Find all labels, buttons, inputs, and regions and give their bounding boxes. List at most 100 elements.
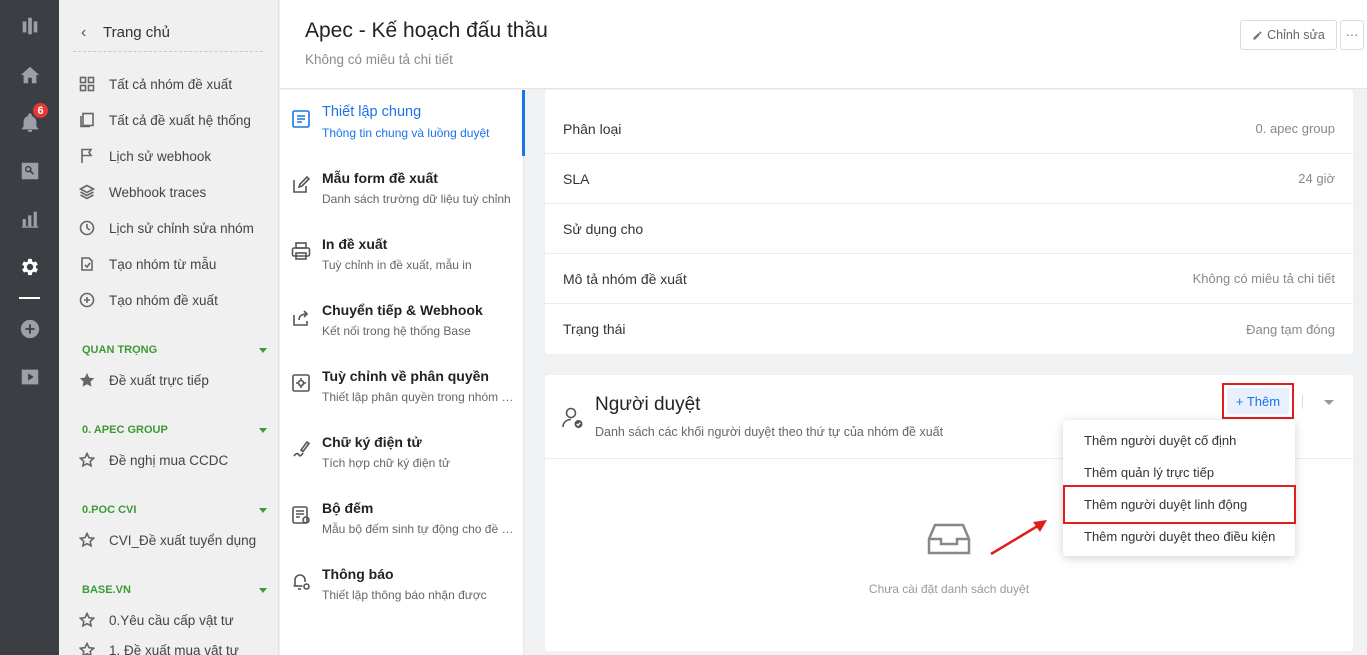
menu-item-permissions[interactable]: Tuỳ chỉnh về phân quyền Thiết lập phân q… [280, 354, 524, 420]
signature-pen-icon [290, 438, 312, 460]
sidebar-item-label: Lịch sử chỉnh sửa nhóm [109, 220, 254, 236]
menu-item-title: Chuyển tiếp & Webhook [322, 302, 483, 318]
caret-down-icon [259, 347, 267, 353]
settings-menu: Thiết lập chung Thông tin chung và luồng… [280, 90, 525, 655]
menu-item-desc: Thông tin chung và luồng duyệt [322, 126, 490, 140]
sidebar-item-label: Tạo nhóm đề xuất [109, 292, 218, 308]
sidebar-item-edit-history[interactable]: Lịch sử chỉnh sửa nhóm [59, 210, 278, 246]
sidebar-item-direct-request[interactable]: Đề xuất trực tiếp [59, 362, 278, 398]
chevron-left-icon[interactable]: ‹ [73, 24, 103, 42]
sidebar-item-create-from-template[interactable]: Tạo nhóm từ mẫu [59, 246, 278, 282]
add-approver-button[interactable]: + Thêm [1222, 383, 1294, 419]
grid-icon [79, 76, 95, 92]
detail-row-status: Trạng thái Đang tạm đóng [563, 321, 1335, 337]
sidebar-item-label: Đề xuất trực tiếp [109, 372, 209, 388]
layers-icon [79, 184, 95, 200]
menu-item-desc: Mẫu bộ đếm sinh tự động cho đề xuất [322, 522, 518, 536]
menu-item-e-signature[interactable]: Chữ ký điện tử Tích hợp chữ ký điện tử [280, 420, 524, 486]
more-options-button[interactable]: ··· [1340, 20, 1364, 50]
menu-item-desc: Tích hợp chữ ký điện tử [322, 456, 450, 470]
menu-item-print[interactable]: In đề xuất Tuỳ chỉnh in đề xuất, mẫu in [280, 222, 524, 288]
sidebar-item-label: 1. Đề xuất mua vật tư [109, 642, 239, 655]
video-play-icon[interactable] [0, 357, 59, 397]
detail-row-category: Phân loại 0. apec group [545, 104, 1353, 154]
chart-icon[interactable] [0, 199, 59, 239]
sidebar-item-label: CVI_Đề xuất tuyển dụng [109, 532, 257, 548]
sidebar-item-webhook-history[interactable]: Lịch sử webhook [59, 138, 278, 174]
star-outline-icon [79, 612, 95, 628]
sidebar-item-label: 0.Yêu cầu cấp vật tư [109, 612, 234, 628]
sidebar-header-title: Trang chủ [103, 24, 170, 41]
flag-icon [81, 148, 93, 163]
caret-down-icon [259, 587, 267, 593]
menu-item-title: Tuỳ chỉnh về phân quyền [322, 368, 489, 384]
menu-item-notifications[interactable]: Thông báo Thiết lập thông báo nhận được [280, 552, 524, 618]
sidebar-header[interactable]: ‹ Trang chủ [73, 14, 263, 52]
detail-row-description: Mô tả nhóm đề xuất Không có miêu tả chi … [545, 254, 1353, 304]
menu-item-title: Thông báo [322, 566, 394, 582]
menu-item-forward-webhook[interactable]: Chuyển tiếp & Webhook Kết nối trong hệ t… [280, 288, 524, 354]
share-forward-icon [290, 306, 312, 328]
menu-item-general-settings[interactable]: Thiết lập chung Thông tin chung và luồng… [280, 90, 525, 156]
sidebar-item-label: Tất cả đề xuất hệ thống [109, 112, 251, 128]
caret-down-icon [259, 427, 267, 433]
menu-item-title: Mẫu form đề xuất [322, 170, 438, 186]
notification-badge: 6 [31, 101, 50, 120]
sidebar-item-webhook-traces[interactable]: Webhook traces [59, 174, 278, 210]
dropdown-item-dynamic-approver[interactable]: Thêm người duyệt linh động [1063, 488, 1295, 520]
bell-settings-icon [290, 570, 312, 592]
edit-button[interactable]: Chỉnh sửa [1240, 20, 1337, 50]
settings-box-icon [290, 372, 312, 394]
empty-state-text: Chưa cài đặt danh sách duyệt [868, 582, 1030, 596]
home-icon[interactable] [0, 55, 59, 95]
sidebar-item-create-group[interactable]: Tạo nhóm đề xuất [59, 282, 278, 318]
sidebar-item-ccdc[interactable]: Đề nghị mua CCDC [59, 442, 278, 478]
menu-item-desc: Thiết lập thông báo nhận được [322, 588, 487, 602]
settings-gear-icon[interactable] [0, 247, 59, 287]
search-icon[interactable] [0, 151, 59, 191]
details-card: Phân loại 0. apec group SLA 24 giờ Sử dụ… [545, 90, 1353, 354]
menu-item-title: Thiết lập chung [322, 104, 422, 120]
empty-inbox-icon [927, 523, 971, 555]
section-header-apec-group[interactable]: 0. APEC GROUP [59, 420, 278, 440]
sidebar-item-label: Lịch sử webhook [109, 148, 212, 164]
star-outline-icon [79, 532, 95, 548]
rail-divider [19, 297, 40, 299]
sidebar-item-purchase-supplies[interactable]: 1. Đề xuất mua vật tư [59, 632, 278, 655]
dropdown-item-direct-manager[interactable]: Thêm quản lý trực tiếp [1063, 456, 1295, 488]
sidebar-item-all-groups[interactable]: Tất cả nhóm đề xuất [59, 66, 278, 102]
icon-rail: 6 [0, 0, 59, 655]
plus-circle-icon [79, 292, 95, 308]
button-separator [1302, 395, 1303, 409]
star-filled-icon [79, 373, 95, 387]
menu-item-title: Chữ ký điện tử [322, 434, 422, 450]
menu-item-desc: Kết nối trong hệ thống Base [322, 324, 471, 338]
add-circle-icon[interactable] [0, 309, 59, 349]
dropdown-item-fixed-approver[interactable]: Thêm người duyệt cố định [1063, 424, 1295, 456]
sidebar-item-all-requests[interactable]: Tất cả đề xuất hệ thống [59, 102, 278, 138]
menu-item-desc: Thiết lập phân quyền trong nhóm đề xuất [322, 390, 518, 404]
sidebar-item-label: Đề nghị mua CCDC [109, 452, 229, 468]
sidebar: ‹ Trang chủ Tất cả nhóm đề xuất Tất cả đ… [59, 0, 279, 655]
menu-item-counter[interactable]: Bộ đếm Mẫu bộ đếm sinh tự động cho đề xu… [280, 486, 524, 552]
section-header-base-vn[interactable]: BASE.VN [59, 580, 278, 600]
pencil-icon [1253, 30, 1262, 40]
page-title: Apec - Kế hoạch đấu thầu [305, 19, 548, 42]
annotation-arrow-icon [990, 520, 1047, 556]
menu-item-desc: Danh sách trường dữ liệu tuỳ chỉnh [322, 192, 511, 206]
section-header-important[interactable]: QUAN TRỌNG [59, 340, 278, 360]
collapse-caret-icon[interactable] [1324, 400, 1334, 405]
sidebar-item-label: Webhook traces [109, 184, 207, 200]
menu-item-form-template[interactable]: Mẫu form đề xuất Danh sách trường dữ liệ… [280, 156, 524, 222]
page-subtitle: Không có miêu tả chi tiết [305, 52, 453, 67]
printer-icon [290, 240, 312, 262]
section-header-poc-cvi[interactable]: 0.POC CVI [59, 500, 278, 520]
notification-bell-icon[interactable]: 6 [0, 101, 59, 143]
logo-icon[interactable] [0, 6, 59, 46]
dropdown-item-conditional-approver[interactable]: Thêm người duyệt theo điều kiện [1063, 520, 1295, 552]
detail-row-sla: SLA 24 giờ [545, 154, 1353, 204]
menu-item-title: In đề xuất [322, 236, 388, 252]
star-outline-icon [79, 642, 95, 655]
sidebar-item-cvi-recruit[interactable]: CVI_Đề xuất tuyển dụng [59, 522, 278, 558]
detail-row-used-for: Sử dụng cho [545, 204, 1353, 254]
